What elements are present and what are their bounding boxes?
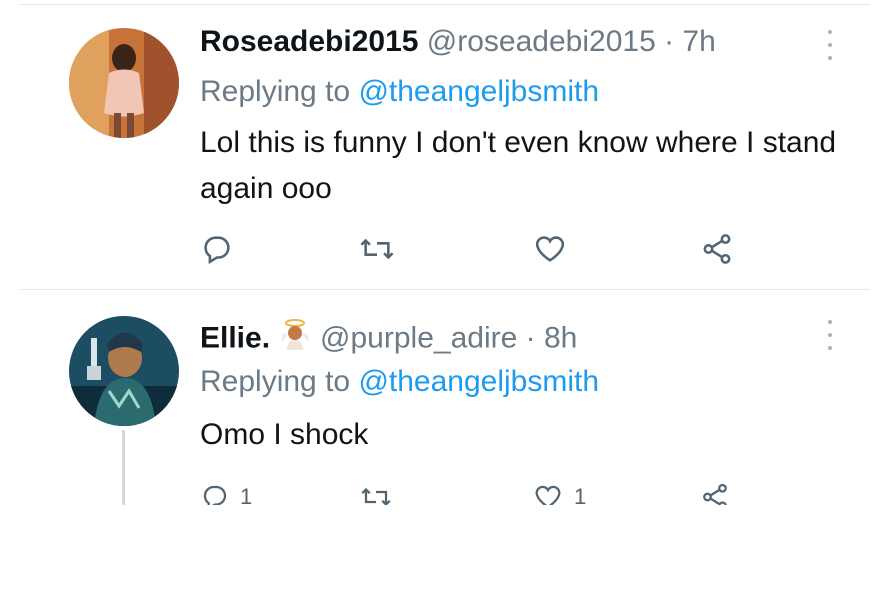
retweet-icon xyxy=(360,238,394,260)
tweet-text: Omo I shock xyxy=(200,418,369,451)
share-icon xyxy=(703,234,731,264)
share-button[interactable] xyxy=(700,232,734,266)
display-name[interactable]: Roseadebi2015 xyxy=(200,25,418,58)
tweet-1[interactable]: Roseadebi2015 @roseadebi2015 · 7h Replyi… xyxy=(0,0,883,290)
avatar[interactable] xyxy=(69,28,179,138)
reply-button[interactable] xyxy=(200,232,234,266)
like-button[interactable]: 1 xyxy=(532,482,586,505)
tweet-header: Roseadebi2015 @roseadebi2015 · 7h xyxy=(200,24,716,60)
tweet-header: Ellie. @purple_adire · 8h xyxy=(200,318,577,361)
heart-icon xyxy=(535,236,565,262)
handle[interactable]: @roseadebi2015 xyxy=(427,25,656,58)
action-bar: 1 1 xyxy=(0,476,883,505)
replying-label: Replying to xyxy=(200,365,351,398)
retweet-button[interactable] xyxy=(358,482,394,505)
avatar[interactable] xyxy=(69,316,179,426)
heart-icon xyxy=(535,485,561,505)
reply-icon xyxy=(204,236,230,265)
baby-angel-emoji-icon xyxy=(278,318,312,361)
mention-link[interactable]: @theangeljbsmith xyxy=(358,75,599,108)
more-options-icon[interactable] xyxy=(820,30,840,60)
like-count: 1 xyxy=(574,484,587,505)
share-icon xyxy=(703,483,727,505)
timestamp[interactable]: · 8h xyxy=(526,321,578,354)
reply-icon xyxy=(203,485,227,505)
replying-to: Replying to @theangeljbsmith xyxy=(200,364,599,400)
timestamp[interactable]: · 7h xyxy=(664,25,716,58)
share-button[interactable] xyxy=(700,482,730,505)
more-options-icon[interactable] xyxy=(820,320,840,350)
tweet-2[interactable]: Ellie. @purple_adire · 8h Replying to @t… xyxy=(0,290,883,505)
handle[interactable]: @purple_adire xyxy=(320,321,517,354)
tweet-text: Lol this is funny I don't even know wher… xyxy=(200,126,837,205)
reply-button[interactable]: 1 xyxy=(200,482,252,505)
retweet-button[interactable] xyxy=(358,232,396,266)
mention-link[interactable]: @theangeljbsmith xyxy=(358,365,599,398)
reply-count: 1 xyxy=(240,484,253,505)
replying-label: Replying to xyxy=(200,75,351,108)
display-name[interactable]: Ellie. xyxy=(200,321,270,354)
replying-to: Replying to @theangeljbsmith xyxy=(200,74,599,110)
like-button[interactable] xyxy=(532,232,568,266)
retweet-icon xyxy=(361,487,391,505)
